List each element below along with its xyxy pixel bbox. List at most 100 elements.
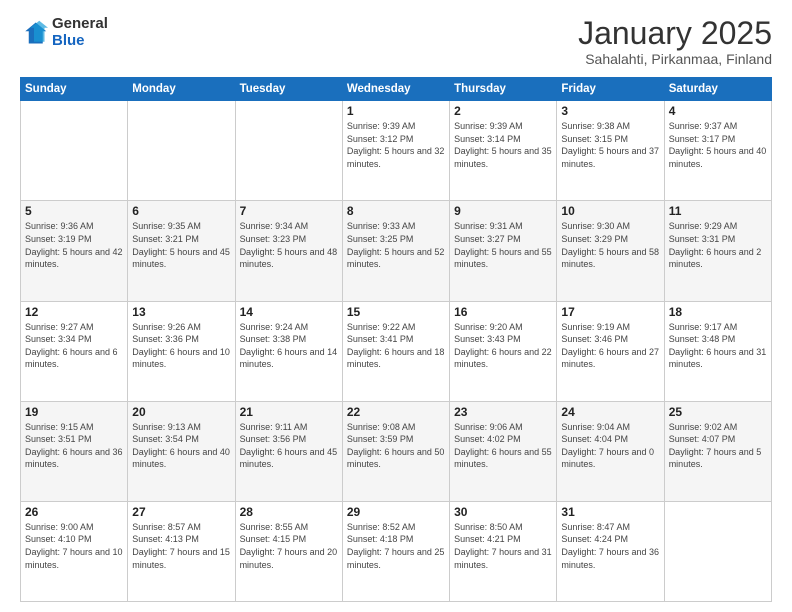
day-info: Sunrise: 9:04 AM Sunset: 4:04 PM Dayligh… (561, 421, 659, 471)
calendar-cell-w3-d6: 17 Sunrise: 9:19 AM Sunset: 3:46 PM Dayli… (557, 301, 664, 401)
calendar-cell-w2-d7: 11 Sunrise: 9:29 AM Sunset: 3:31 PM Dayli… (664, 201, 771, 301)
day-number: 1 (347, 104, 445, 118)
day-info: Sunrise: 8:52 AM Sunset: 4:18 PM Dayligh… (347, 521, 445, 571)
calendar-week-5: 26 Sunrise: 9:00 AM Sunset: 4:10 PM Dayli… (21, 501, 772, 601)
day-number: 24 (561, 405, 659, 419)
calendar-cell-w2-d1: 5 Sunrise: 9:36 AM Sunset: 3:19 PM Daylig… (21, 201, 128, 301)
header-tuesday: Tuesday (235, 78, 342, 101)
calendar-cell-w4-d6: 24 Sunrise: 9:04 AM Sunset: 4:04 PM Dayli… (557, 401, 664, 501)
header-thursday: Thursday (450, 78, 557, 101)
day-number: 17 (561, 305, 659, 319)
calendar-cell-w1-d3 (235, 101, 342, 201)
logo-icon (20, 19, 48, 47)
calendar-cell-w5-d7 (664, 501, 771, 601)
day-info: Sunrise: 9:36 AM Sunset: 3:19 PM Dayligh… (25, 220, 123, 270)
calendar-cell-w1-d5: 2Sunrise: 9:39 AM Sunset: 3:14 PM Daylig… (450, 101, 557, 201)
day-info: Sunrise: 9:39 AM Sunset: 3:12 PM Dayligh… (347, 120, 445, 170)
calendar-week-4: 19Sunrise: 9:15 AM Sunset: 3:51 PM Dayli… (21, 401, 772, 501)
day-info: Sunrise: 9:33 AM Sunset: 3:25 PM Dayligh… (347, 220, 445, 270)
day-info: Sunrise: 9:11 AM Sunset: 3:56 PM Dayligh… (240, 421, 338, 471)
day-number: 25 (669, 405, 767, 419)
day-info: Sunrise: 8:57 AM Sunset: 4:13 PM Dayligh… (132, 521, 230, 571)
calendar-cell-w1-d6: 3 Sunrise: 9:38 AM Sunset: 3:15 PM Daylig… (557, 101, 664, 201)
calendar-cell-w4-d4: 22 Sunrise: 9:08 AM Sunset: 3:59 PM Dayli… (342, 401, 449, 501)
day-number: 29 (347, 505, 445, 519)
calendar-week-2: 5 Sunrise: 9:36 AM Sunset: 3:19 PM Daylig… (21, 201, 772, 301)
title-block: January 2025 Sahalahti, Pirkanmaa, Finla… (578, 16, 772, 67)
day-info: Sunrise: 9:29 AM Sunset: 3:31 PM Dayligh… (669, 220, 767, 270)
calendar-cell-w5-d1: 26 Sunrise: 9:00 AM Sunset: 4:10 PM Dayli… (21, 501, 128, 601)
calendar-cell-w1-d1 (21, 101, 128, 201)
day-info: Sunrise: 9:37 AM Sunset: 3:17 PM Dayligh… (669, 120, 767, 170)
day-info: Sunrise: 9:31 AM Sunset: 3:27 PM Dayligh… (454, 220, 552, 270)
day-info: Sunrise: 9:34 AM Sunset: 3:23 PM Dayligh… (240, 220, 338, 270)
calendar-cell-w5-d4: 29 Sunrise: 8:52 AM Sunset: 4:18 PM Dayli… (342, 501, 449, 601)
calendar-cell-w5-d3: 28Sunrise: 8:55 AM Sunset: 4:15 PM Dayli… (235, 501, 342, 601)
day-info: Sunrise: 9:26 AM Sunset: 3:36 PM Dayligh… (132, 321, 230, 371)
calendar-cell-w3-d3: 14 Sunrise: 9:24 AM Sunset: 3:38 PM Dayli… (235, 301, 342, 401)
day-number: 2 (454, 104, 552, 118)
calendar-cell-w2-d6: 10 Sunrise: 9:30 AM Sunset: 3:29 PM Dayli… (557, 201, 664, 301)
day-number: 10 (561, 204, 659, 218)
calendar-cell-w2-d5: 9Sunrise: 9:31 AM Sunset: 3:27 PM Daylig… (450, 201, 557, 301)
day-info: Sunrise: 9:17 AM Sunset: 3:48 PM Dayligh… (669, 321, 767, 371)
day-info: Sunrise: 9:19 AM Sunset: 3:46 PM Dayligh… (561, 321, 659, 371)
day-info: Sunrise: 9:24 AM Sunset: 3:38 PM Dayligh… (240, 321, 338, 371)
calendar-cell-w5-d2: 27Sunrise: 8:57 AM Sunset: 4:13 PM Dayli… (128, 501, 235, 601)
day-info: Sunrise: 9:08 AM Sunset: 3:59 PM Dayligh… (347, 421, 445, 471)
calendar-cell-w3-d5: 16 Sunrise: 9:20 AM Sunset: 3:43 PM Dayli… (450, 301, 557, 401)
day-number: 3 (561, 104, 659, 118)
day-info: Sunrise: 9:15 AM Sunset: 3:51 PM Dayligh… (25, 421, 123, 471)
day-number: 16 (454, 305, 552, 319)
header-sunday: Sunday (21, 78, 128, 101)
day-number: 31 (561, 505, 659, 519)
day-info: Sunrise: 8:55 AM Sunset: 4:15 PM Dayligh… (240, 521, 338, 571)
calendar-location: Sahalahti, Pirkanmaa, Finland (578, 51, 772, 67)
calendar-cell-w1-d7: 4Sunrise: 9:37 AM Sunset: 3:17 PM Daylig… (664, 101, 771, 201)
calendar-cell-w2-d2: 6Sunrise: 9:35 AM Sunset: 3:21 PM Daylig… (128, 201, 235, 301)
calendar-cell-w2-d3: 7Sunrise: 9:34 AM Sunset: 3:23 PM Daylig… (235, 201, 342, 301)
calendar-cell-w3-d4: 15Sunrise: 9:22 AM Sunset: 3:41 PM Dayli… (342, 301, 449, 401)
day-number: 15 (347, 305, 445, 319)
calendar-cell-w4-d1: 19Sunrise: 9:15 AM Sunset: 3:51 PM Dayli… (21, 401, 128, 501)
day-number: 8 (347, 204, 445, 218)
calendar-cell-w4-d5: 23Sunrise: 9:06 AM Sunset: 4:02 PM Dayli… (450, 401, 557, 501)
calendar-cell-w4-d3: 21 Sunrise: 9:11 AM Sunset: 3:56 PM Dayli… (235, 401, 342, 501)
day-info: Sunrise: 9:00 AM Sunset: 4:10 PM Dayligh… (25, 521, 123, 571)
header-friday: Friday (557, 78, 664, 101)
calendar-cell-w4-d2: 20Sunrise: 9:13 AM Sunset: 3:54 PM Dayli… (128, 401, 235, 501)
header-saturday: Saturday (664, 78, 771, 101)
day-info: Sunrise: 8:50 AM Sunset: 4:21 PM Dayligh… (454, 521, 552, 571)
day-number: 14 (240, 305, 338, 319)
calendar-cell-w5-d6: 31 Sunrise: 8:47 AM Sunset: 4:24 PM Dayli… (557, 501, 664, 601)
day-number: 26 (25, 505, 123, 519)
header: General Blue January 2025 Sahalahti, Pir… (20, 16, 772, 67)
calendar-cell-w3-d7: 18 Sunrise: 9:17 AM Sunset: 3:48 PM Dayli… (664, 301, 771, 401)
day-number: 18 (669, 305, 767, 319)
day-info: Sunrise: 9:35 AM Sunset: 3:21 PM Dayligh… (132, 220, 230, 270)
day-info: Sunrise: 9:06 AM Sunset: 4:02 PM Dayligh… (454, 421, 552, 471)
day-info: Sunrise: 9:20 AM Sunset: 3:43 PM Dayligh… (454, 321, 552, 371)
day-number: 5 (25, 204, 123, 218)
day-info: Sunrise: 9:13 AM Sunset: 3:54 PM Dayligh… (132, 421, 230, 471)
calendar-table: Sunday Monday Tuesday Wednesday Thursday… (20, 77, 772, 602)
calendar-cell-w5-d5: 30Sunrise: 8:50 AM Sunset: 4:21 PM Dayli… (450, 501, 557, 601)
page: General Blue January 2025 Sahalahti, Pir… (0, 0, 792, 612)
logo-general-text: General (52, 16, 108, 33)
day-number: 21 (240, 405, 338, 419)
day-number: 22 (347, 405, 445, 419)
day-number: 13 (132, 305, 230, 319)
logo-text: General Blue (52, 16, 108, 49)
calendar-cell-w2-d4: 8 Sunrise: 9:33 AM Sunset: 3:25 PM Daylig… (342, 201, 449, 301)
calendar-cell-w1-d2 (128, 101, 235, 201)
calendar-cell-w3-d2: 13 Sunrise: 9:26 AM Sunset: 3:36 PM Dayli… (128, 301, 235, 401)
logo-blue-text: Blue (52, 33, 108, 50)
day-info: Sunrise: 9:38 AM Sunset: 3:15 PM Dayligh… (561, 120, 659, 170)
day-number: 12 (25, 305, 123, 319)
day-number: 11 (669, 204, 767, 218)
calendar-week-3: 12Sunrise: 9:27 AM Sunset: 3:34 PM Dayli… (21, 301, 772, 401)
header-monday: Monday (128, 78, 235, 101)
logo: General Blue (20, 16, 108, 49)
day-info: Sunrise: 9:30 AM Sunset: 3:29 PM Dayligh… (561, 220, 659, 270)
day-info: Sunrise: 8:47 AM Sunset: 4:24 PM Dayligh… (561, 521, 659, 571)
